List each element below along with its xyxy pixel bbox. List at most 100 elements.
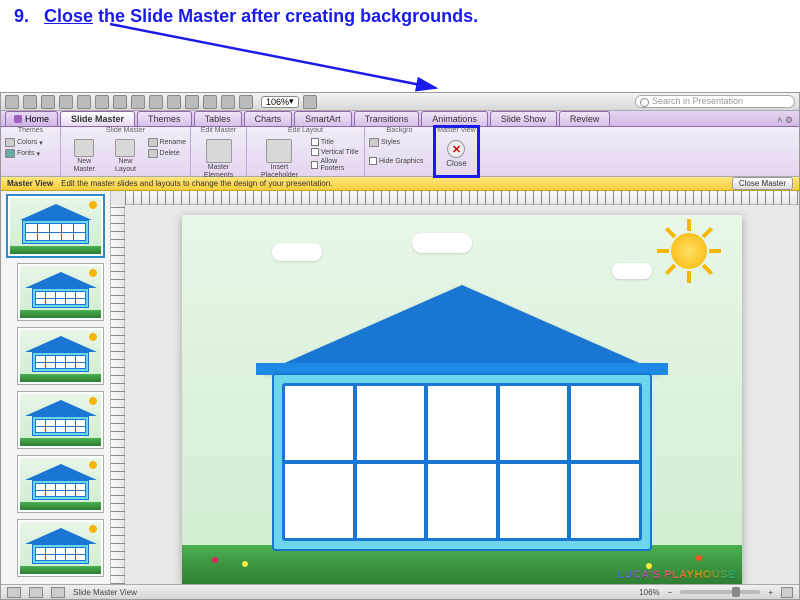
master-elements-icon (206, 139, 232, 163)
thumbnail-layout[interactable] (17, 391, 104, 449)
fonts-button[interactable]: Fonts ▾ (5, 149, 43, 158)
zoom-slider[interactable] (680, 590, 760, 594)
master-view-group: Master View ✕ Close (435, 127, 479, 176)
tab-review[interactable]: Review (559, 111, 611, 126)
cut-icon[interactable] (113, 95, 127, 109)
slideshow-view-icon[interactable] (51, 587, 65, 598)
undo-icon[interactable] (77, 95, 91, 109)
step-number: 9. (14, 6, 29, 26)
canvas-area[interactable]: LUCA'S PLAYHOUSE (125, 205, 799, 584)
home-icon (14, 115, 22, 123)
sorter-view-icon[interactable] (29, 587, 43, 598)
allow-footers-checkbox[interactable]: Allow Footers (311, 158, 360, 172)
title-checkbox[interactable]: Title (311, 138, 360, 146)
ribbon-tabs: Home Slide MasterThemesTablesChartsSmart… (1, 111, 799, 127)
instruction-text: 9. Close the Slide Master after creating… (14, 6, 478, 27)
new-icon[interactable] (5, 95, 19, 109)
rename-icon (148, 138, 158, 147)
thumbnail-layout[interactable] (17, 519, 104, 577)
new-master-button[interactable]: New Master (65, 138, 103, 174)
themes-group: Themes Colors ▾ Fonts ▾ (1, 127, 61, 176)
insert-placeholder-icon (266, 139, 292, 163)
powerpoint-window: 106% ▾ Search in Presentation Home Slide… (0, 92, 800, 600)
close-master-view-button[interactable]: ✕ Close (440, 138, 472, 170)
thumbnail-layout[interactable] (17, 263, 104, 321)
redo-icon[interactable] (95, 95, 109, 109)
instruction-rest: the Slide Master after creating backgrou… (93, 6, 478, 26)
status-bar: Slide Master View 106% − + (1, 584, 799, 599)
status-mode: Slide Master View (73, 588, 137, 597)
thumbnail-layout[interactable] (17, 327, 104, 385)
slide-thumbnails[interactable] (1, 191, 111, 584)
slide-editor: LUCA'S PLAYHOUSE (111, 191, 799, 584)
normal-view-icon[interactable] (7, 587, 21, 598)
delete-icon (148, 149, 158, 158)
roof-shape (262, 285, 662, 373)
new-master-icon (74, 139, 94, 157)
vertical-title-checkbox[interactable]: Vertical Title (311, 148, 360, 156)
zoom-selector[interactable]: 106% ▾ (261, 96, 299, 108)
fonts-icon (5, 149, 15, 158)
open-icon[interactable] (23, 95, 37, 109)
thumbnail-master[interactable] (7, 195, 104, 257)
tool-icon-2[interactable] (203, 95, 217, 109)
sun-shape (671, 233, 707, 269)
slide-master-group: Slide Master New Master New Layout Renam… (61, 127, 191, 176)
tab-slide-show[interactable]: Slide Show (490, 111, 557, 126)
close-master-button[interactable]: Close Master (732, 177, 793, 190)
quick-access-toolbar: 106% ▾ Search in Presentation (1, 93, 799, 111)
tool-icon-1[interactable] (185, 95, 199, 109)
vertical-ruler (111, 205, 125, 584)
tab-animations[interactable]: Animations (421, 111, 488, 126)
ribbon: Themes Colors ▾ Fonts ▾ Slide Master New… (1, 127, 799, 177)
tab-charts[interactable]: Charts (244, 111, 293, 126)
colors-icon (5, 138, 15, 147)
tab-themes[interactable]: Themes (137, 111, 192, 126)
edit-layout-group: Edit Layout Insert Placeholder Title Ver… (247, 127, 365, 176)
instruction-keyword: Close (44, 6, 93, 26)
tab-smartart[interactable]: SmartArt (294, 111, 352, 126)
master-view-infobar: Master View Edit the master slides and l… (1, 177, 799, 191)
zoom-out-button[interactable]: − (668, 588, 673, 597)
ribbon-collapse-icon[interactable]: ˄ ⚙ (777, 115, 793, 126)
fit-view-icon[interactable] (781, 587, 793, 598)
tab-tables[interactable]: Tables (194, 111, 242, 126)
tool-icon-5[interactable] (303, 95, 317, 109)
slide-canvas[interactable]: LUCA'S PLAYHOUSE (182, 215, 742, 584)
zoom-in-button[interactable]: + (768, 588, 773, 597)
new-layout-button[interactable]: New Layout (106, 138, 144, 174)
copy-icon[interactable] (131, 95, 145, 109)
workspace: LUCA'S PLAYHOUSE (1, 191, 799, 584)
master-elements-button[interactable]: Master Elements (195, 138, 242, 180)
format-icon[interactable] (167, 95, 181, 109)
ten-frame-grid (282, 383, 642, 541)
rename-button[interactable]: Rename (148, 138, 186, 147)
hide-graphics-checkbox[interactable]: Hide Graphics (369, 157, 423, 165)
brand-text: LUCA'S PLAYHOUSE (617, 569, 736, 581)
horizontal-ruler (125, 191, 799, 205)
colors-button[interactable]: Colors ▾ (5, 138, 43, 147)
home-tab[interactable]: Home (5, 111, 58, 126)
tool-icon-3[interactable] (221, 95, 235, 109)
styles-button[interactable]: Styles (369, 138, 423, 147)
house-shape (262, 285, 662, 565)
status-zoom: 106% (639, 588, 659, 597)
insert-placeholder-button[interactable]: Insert Placeholder (251, 138, 308, 180)
edit-master-group: Edit Master Master Elements (191, 127, 247, 176)
styles-icon (369, 138, 379, 147)
delete-button[interactable]: Delete (148, 149, 186, 158)
cloud-shape (612, 263, 652, 279)
house-body (272, 373, 652, 551)
infobar-title: Master View (7, 179, 53, 188)
tool-icon-4[interactable] (239, 95, 253, 109)
tab-slide-master[interactable]: Slide Master (60, 111, 135, 126)
paste-icon[interactable] (149, 95, 163, 109)
cloud-shape (412, 233, 472, 253)
print-icon[interactable] (59, 95, 73, 109)
thumbnail-layout[interactable] (17, 455, 104, 513)
cloud-shape (272, 243, 322, 261)
tab-transitions[interactable]: Transitions (354, 111, 420, 126)
search-input[interactable]: Search in Presentation (635, 95, 795, 108)
save-icon[interactable] (41, 95, 55, 109)
close-icon: ✕ (447, 140, 465, 158)
